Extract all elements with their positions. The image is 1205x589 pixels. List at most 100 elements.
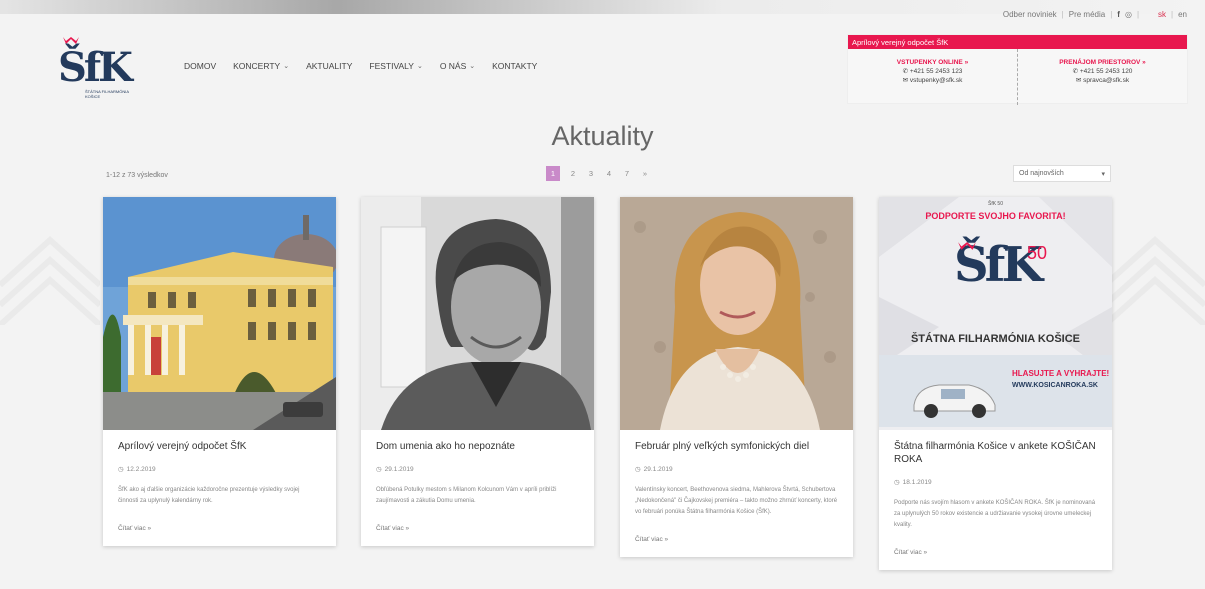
sort-value: Od najnovších [1019, 170, 1064, 177]
card-title[interactable]: Február plný veľkých symfonických diel [635, 440, 838, 453]
portrait-photo [361, 197, 594, 430]
chevron-down-icon: ⌄ [469, 63, 476, 70]
newsletter-link[interactable]: Odber noviniek [1003, 10, 1057, 19]
card-title[interactable]: Aprílový verejný odpočet ŠfK [118, 440, 321, 453]
phone-number: +421 55 2453 123 [909, 68, 963, 75]
nav-label: DOMOV [184, 61, 217, 71]
building-photo [103, 197, 336, 430]
nav-item-o-nas[interactable]: O NÁS ⌄ [440, 61, 475, 71]
promo-banner[interactable]: Aprílový verejný odpočet ŠfK [848, 35, 1187, 49]
news-card[interactable]: Február plný veľkých symfonických diel ◷… [620, 197, 853, 557]
clock-icon: ◷ [894, 479, 900, 486]
divider: | [1110, 10, 1113, 19]
portrait-photo [620, 197, 853, 430]
card-date: ◷ 12.2.2019 [118, 465, 321, 474]
card-image-building[interactable] [103, 197, 336, 430]
tickets-title: VSTUPENKY ONLINE » [896, 59, 969, 66]
read-more-link[interactable]: Čítať viac » [118, 525, 321, 532]
nav-item-aktuality[interactable]: AKTUALITY [306, 61, 352, 71]
rental-email: ✉ spravca@sfk.sk [1018, 76, 1187, 85]
nav-item-festivaly[interactable]: FESTIVALY ⌄ [369, 61, 422, 71]
tickets-email: ✉ vstupenky@sfk.sk [848, 76, 1017, 85]
facebook-icon[interactable]: f [1117, 10, 1120, 19]
nav-item-kontakty[interactable]: KONTAKTY [492, 61, 537, 71]
nav-label: FESTIVALY [369, 61, 414, 71]
date-text: 12.2.2019 [126, 465, 156, 473]
card-date: ◷ 29.1.2019 [635, 465, 838, 474]
pagination: 1 2 3 4 7 » [546, 166, 650, 181]
poster-cta: HLASUJTE A VYHRAJTE! [1012, 369, 1110, 378]
nav-label: O NÁS [439, 61, 467, 71]
card-image-poster[interactable]: ŠfK 50 PODPORTE SVOJHO FAVORITA! ŠfK 50 … [879, 197, 1112, 430]
phone-icon: ✆ [902, 68, 910, 75]
news-card[interactable]: ŠfK 50 PODPORTE SVOJHO FAVORITA! ŠfK 50 … [879, 197, 1112, 570]
main-nav: DOMOV KONCERTY ⌄ AKTUALITY FESTIVALY ⌄ O N… [184, 61, 554, 71]
phone-icon: ✆ [1072, 68, 1080, 75]
divider: | [1171, 10, 1174, 19]
email-address: vstupenky@sfk.sk [909, 77, 963, 84]
next-page[interactable]: » [640, 166, 650, 181]
lang-sk-link[interactable]: sk [1158, 10, 1166, 19]
card-title[interactable]: Štátna filharmónia Košice v ankete KOŠIČ… [894, 440, 1097, 466]
poster-top: ŠfK 50 [987, 201, 1003, 207]
tickets-online-block[interactable]: VSTUPENKY ONLINE » ✆ +421 55 2453 123 ✉ … [848, 49, 1018, 105]
card-excerpt: Obľúbená Potulky mestom s Milanom Kolcun… [376, 487, 557, 504]
poster-anniversary: 50 [1027, 243, 1048, 263]
read-more-link[interactable]: Čítať viac » [635, 536, 838, 543]
promo-box: Aprílový verejný odpočet ŠfK VSTUPENKY O… [847, 34, 1188, 105]
poster-orchestra-name: ŠTÁTNA FILHARMÓNIA KOŠICE [910, 333, 1081, 345]
chevron-down-icon: ▾ [1101, 171, 1105, 178]
media-link[interactable]: Pre média [1069, 10, 1105, 19]
mail-icon: ✉ [902, 77, 910, 84]
date-text: 29.1.2019 [643, 465, 673, 473]
email-address: spravca@sfk.sk [1083, 77, 1130, 84]
clock-icon: ◷ [635, 466, 641, 473]
card-date: ◷ 29.1.2019 [376, 465, 579, 474]
card-title[interactable]: Dom umenia ako ho nepoznáte [376, 440, 579, 453]
nav-item-koncerty[interactable]: KONCERTY ⌄ [233, 61, 289, 71]
read-more-link[interactable]: Čítať viac » [894, 549, 1097, 556]
poster-headline: PODPORTE SVOJHO FAVORITA! [925, 211, 1066, 221]
date-text: 29.1.2019 [384, 465, 414, 473]
date-text: 18.1.2019 [902, 478, 932, 486]
news-card[interactable]: Aprílový verejný odpočet ŠfK ◷ 12.2.2019 … [103, 197, 336, 546]
car-illustration [913, 384, 996, 418]
lang-en-link[interactable]: en [1178, 10, 1187, 19]
card-excerpt: Valentínsky koncert, Beethovenova siedma… [635, 487, 838, 515]
clock-icon: ◷ [118, 466, 124, 473]
read-more-link[interactable]: Čítať viac » [376, 525, 579, 532]
news-card[interactable]: Dom umenia ako ho nepoznáte ◷ 29.1.2019 O… [361, 197, 594, 546]
rental-block[interactable]: PRENÁJOM PRIESTOROV » ✆ +421 55 2453 120… [1018, 49, 1187, 105]
results-count: 1-12 z 73 výsledkov [106, 172, 168, 179]
page-7[interactable]: 7 [622, 166, 632, 181]
chevron-down-icon: ⌄ [416, 63, 423, 70]
background-chevron-pattern [0, 235, 100, 325]
tickets-phone: ✆ +421 55 2453 123 [848, 67, 1017, 76]
divider: | [1136, 10, 1140, 19]
clock-icon: ◷ [376, 466, 382, 473]
chevron-down-icon: ⌄ [283, 63, 290, 70]
card-date: ◷ 18.1.2019 [894, 478, 1097, 487]
logo-subtitle: ŠTÁTNA FILHARMÓNIA KOŠICE [85, 89, 129, 99]
instagram-icon[interactable]: ◎ [1125, 10, 1132, 19]
rental-title: PRENÁJOM PRIESTOROV » [1059, 59, 1146, 66]
page-3[interactable]: 3 [586, 166, 596, 181]
card-image-portrait-woman[interactable] [620, 197, 853, 430]
utility-bar: Odber noviniek | Pre média | f ◎ | sk | … [1003, 10, 1187, 19]
page-1[interactable]: 1 [546, 166, 560, 181]
page-title: Aktuality [551, 121, 654, 151]
card-excerpt: ŠfK ako aj ďalšie organizácie každoročne… [118, 487, 300, 504]
page-2[interactable]: 2 [568, 166, 578, 181]
phone-number: +421 55 2453 120 [1079, 68, 1133, 75]
logo-mark: ŠfK [58, 44, 133, 91]
nav-item-domov[interactable]: DOMOV [184, 61, 216, 71]
background-chevron-pattern [1105, 235, 1205, 325]
site-logo[interactable]: ŠfK ŠTÁTNA FILHARMÓNIA KOŠICE [58, 36, 138, 111]
divider: | [1061, 10, 1064, 19]
nav-label: AKTUALITY [306, 61, 353, 71]
card-excerpt: Podporte nás svojím hlasom v ankete KOŠI… [894, 500, 1096, 528]
sort-select[interactable]: Od najnovších ▾ [1013, 165, 1111, 182]
page-4[interactable]: 4 [604, 166, 614, 181]
crown-icon [958, 242, 976, 250]
card-image-portrait-man[interactable] [361, 197, 594, 430]
